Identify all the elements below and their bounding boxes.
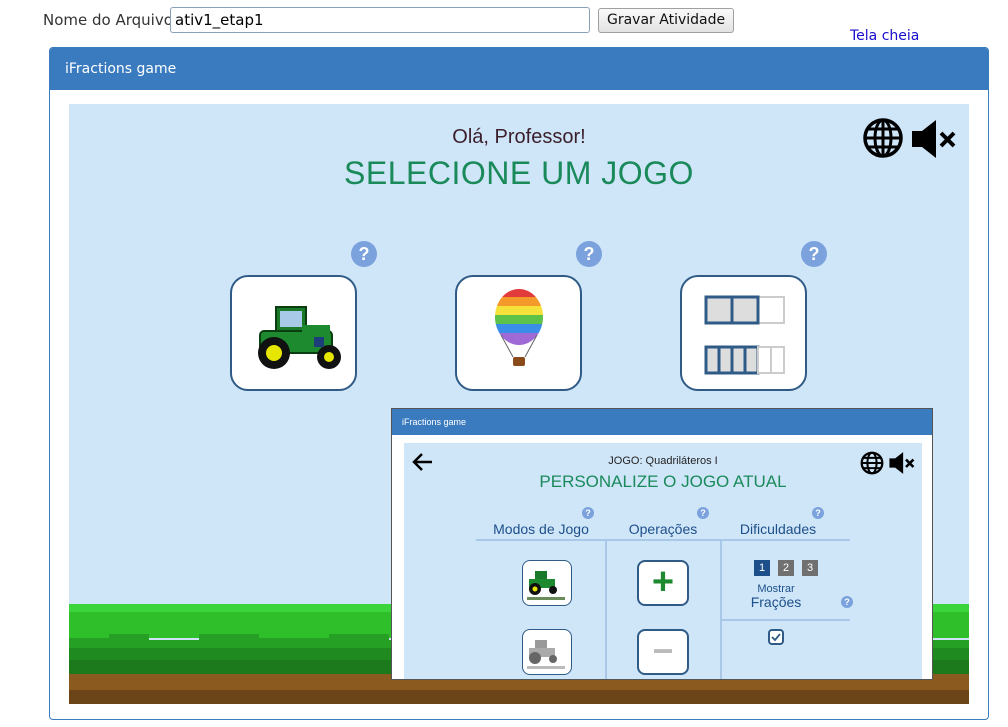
inner-panel-title: iFractions game xyxy=(392,409,932,435)
difficulty-2-button[interactable]: 2 xyxy=(778,560,794,576)
show-fractions-label-line2: Frações xyxy=(750,594,802,610)
file-toolbar: Nome do Arquivo: Gravar Atividade Tela c… xyxy=(0,0,1008,44)
option-divider xyxy=(722,619,850,621)
mute-icon[interactable] xyxy=(910,118,958,160)
greeting-text: Olá, Professor! xyxy=(452,126,586,148)
difficulties-header: Dificuldades xyxy=(739,521,817,537)
tractor-icon xyxy=(527,640,565,669)
inner-game-canvas: JOGO: Quadriláteros I PERSONALIZE O JOGO… xyxy=(404,443,922,679)
minus-operation-button[interactable]: − xyxy=(637,629,689,675)
column-divider xyxy=(720,541,722,679)
help-icon[interactable]: ? xyxy=(697,507,709,519)
check-icon xyxy=(771,633,781,642)
mode-a-button[interactable] xyxy=(522,560,572,606)
save-activity-button[interactable]: Gravar Atividade xyxy=(598,8,735,33)
fullscreen-link[interactable]: Tela cheia xyxy=(850,28,919,44)
show-fractions-checkbox[interactable] xyxy=(768,629,784,645)
plus-operation-button[interactable]: + xyxy=(637,560,689,606)
mute-icon[interactable] xyxy=(888,451,916,475)
tractor-icon xyxy=(258,306,341,369)
help-icon[interactable]: ? xyxy=(351,241,377,267)
customize-game-preview: iFractions game JOGO: Quadriláteros I PE… xyxy=(391,408,933,680)
page-title: SELECIONE UM JOGO xyxy=(344,155,694,191)
column-divider xyxy=(605,541,607,679)
operations-header: Operações xyxy=(628,521,698,537)
help-icon[interactable]: ? xyxy=(841,596,853,608)
file-name-input[interactable] xyxy=(170,7,590,33)
header-divider xyxy=(476,539,850,541)
difficulty-3-button[interactable]: 3 xyxy=(802,560,818,576)
globe-icon[interactable] xyxy=(860,451,884,475)
squares-fraction-icon xyxy=(704,295,785,375)
globe-icon[interactable] xyxy=(862,117,904,159)
file-name-label: Nome do Arquivo: xyxy=(43,11,178,29)
tractor-icon xyxy=(527,571,565,600)
help-icon[interactable]: ? xyxy=(582,507,594,519)
customize-title: PERSONALIZE O JOGO ATUAL xyxy=(539,472,787,491)
difficulty-1-button[interactable]: 1 xyxy=(754,560,770,576)
game-modes-header: Modos de Jogo xyxy=(493,521,589,537)
mode-b-button[interactable] xyxy=(522,629,572,675)
help-icon[interactable]: ? xyxy=(801,241,827,267)
plus-icon: + xyxy=(651,561,675,603)
help-icon[interactable]: ? xyxy=(812,507,824,519)
game-card-tractor[interactable] xyxy=(230,275,357,391)
hot-air-balloon-icon xyxy=(495,289,543,366)
help-icon[interactable]: ? xyxy=(576,241,602,267)
panel-title: iFractions game xyxy=(50,48,988,90)
game-name-label: JOGO: Quadriláteros I xyxy=(608,455,718,467)
minus-icon: − xyxy=(652,630,674,671)
game-card-balloon[interactable] xyxy=(455,275,582,391)
game-card-squares[interactable] xyxy=(680,275,807,391)
